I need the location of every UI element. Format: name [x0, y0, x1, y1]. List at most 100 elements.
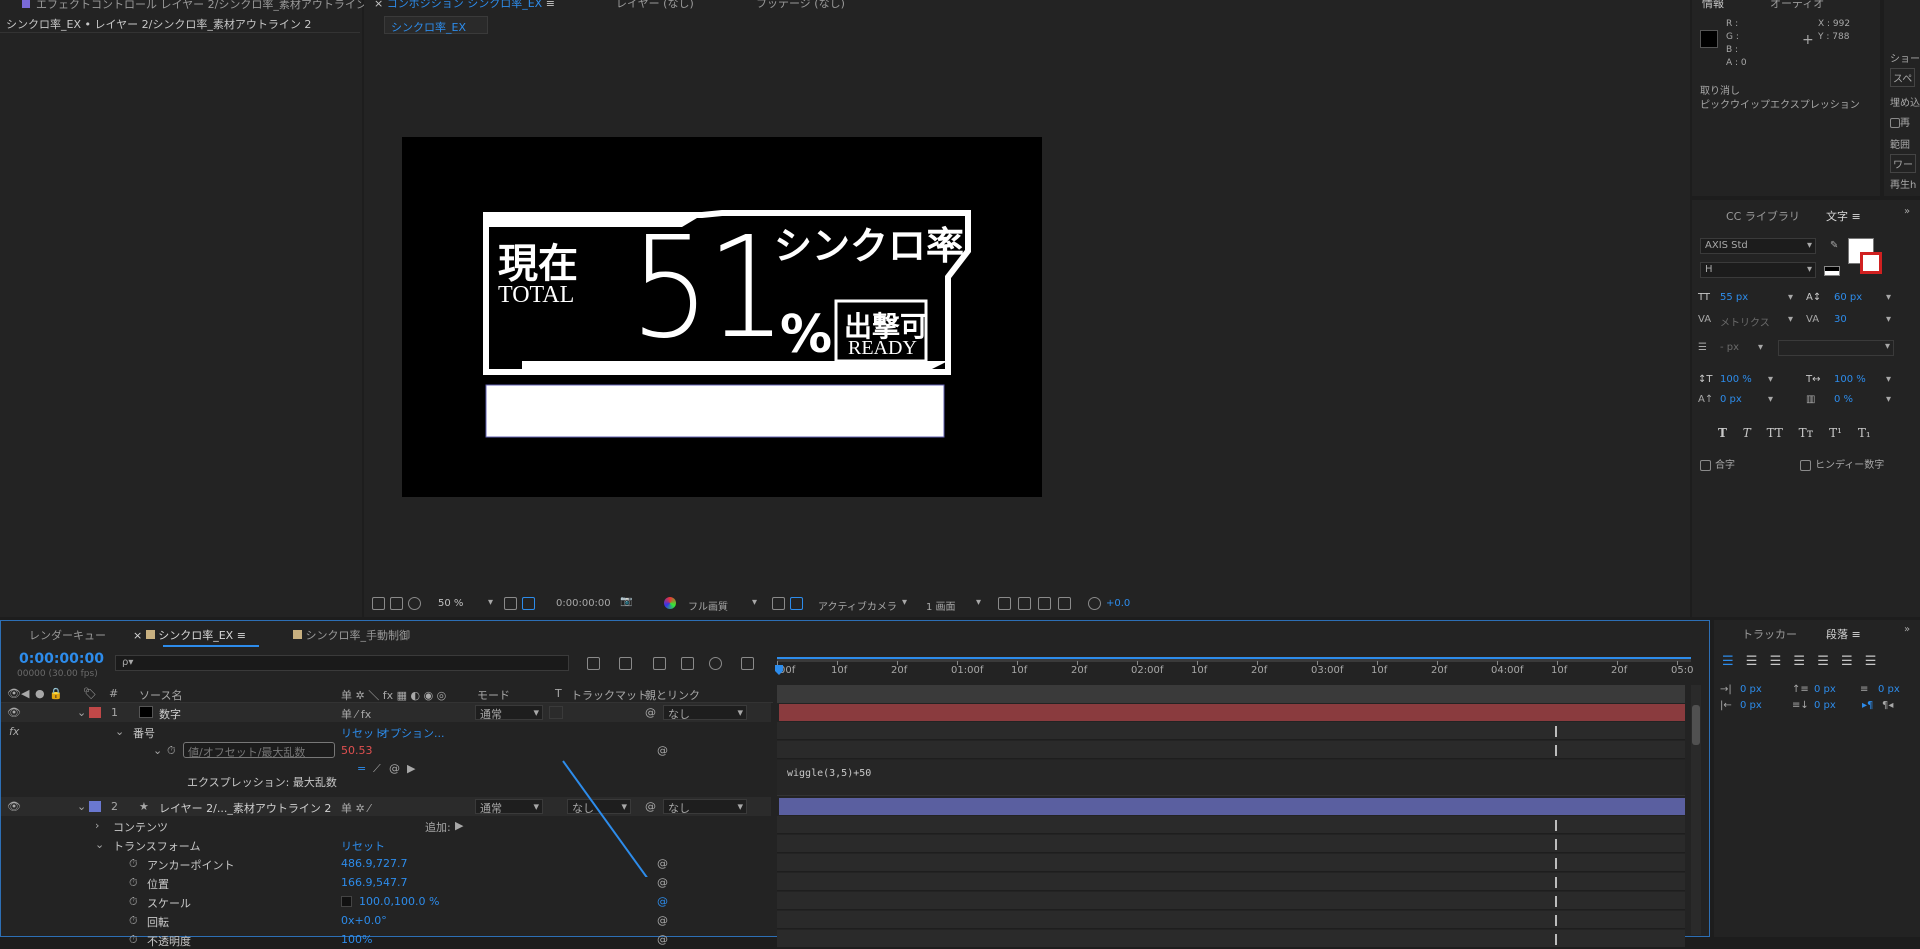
rotation-row[interactable]: ⏱ 回転 0x+0.0° @	[1, 911, 771, 930]
layer-tab[interactable]: レイヤー (なし)	[616, 0, 694, 11]
paragraph-tab[interactable]: 段落 ≡	[1826, 626, 1861, 642]
views-chevron-icon[interactable]: ▾	[976, 597, 981, 608]
anchor-value[interactable]: 486.9,727.7	[341, 857, 407, 870]
slider-value[interactable]: 50.53	[341, 744, 373, 757]
scale-row[interactable]: ⏱ スケール 100.0,100.0 % @	[1, 892, 771, 911]
baseline-chevron-icon[interactable]: ▾	[1768, 394, 1773, 405]
flowchart-icon[interactable]	[1058, 597, 1071, 610]
blend-mode-select[interactable]: 通常 ▾	[475, 705, 543, 721]
layer-name[interactable]: 数字	[159, 706, 181, 722]
all-caps-button[interactable]: TT	[1767, 426, 1783, 440]
strip-t6[interactable]: ワー	[1890, 154, 1916, 173]
indent-left-value[interactable]: 0 px	[1740, 684, 1762, 695]
stroke-width-value[interactable]: - px	[1720, 342, 1739, 353]
justify-left-button[interactable]: ☰	[1793, 654, 1805, 669]
frame-blending-icon[interactable]	[681, 657, 694, 670]
cc-library-tab[interactable]: CC ライブラリ	[1726, 208, 1800, 224]
expand-chevron-icon[interactable]: ⌄	[115, 725, 124, 738]
expand-chevron-icon[interactable]: ›	[95, 819, 99, 832]
visibility-col-icon[interactable]: 👁	[7, 687, 21, 700]
tracker-tab[interactable]: トラッカー	[1742, 626, 1797, 642]
leading-chevron-icon[interactable]: ▾	[1886, 292, 1891, 303]
vertical-scale-value[interactable]: 100 %	[1720, 374, 1752, 385]
transform-reset-button[interactable]: リセット	[341, 838, 385, 854]
tsume-value[interactable]: 0 %	[1834, 394, 1853, 405]
style-select[interactable]: H ▾	[1700, 262, 1816, 278]
expr-language-menu-icon[interactable]: ▶	[407, 762, 415, 775]
horizontal-scale-value[interactable]: 100 %	[1834, 374, 1866, 385]
expr-pickwhip-icon[interactable]: @	[389, 762, 400, 775]
parent-col[interactable]: 親とリンク	[645, 687, 700, 703]
strip-t1[interactable]: ショー	[1890, 50, 1920, 65]
hscale-chevron-icon[interactable]: ▾	[1886, 374, 1891, 385]
mask-icon[interactable]	[408, 597, 421, 610]
track-matte-box[interactable]	[549, 706, 563, 719]
layer-switches[interactable]: 单 ✲ ⁄	[341, 800, 370, 816]
viewer-time[interactable]: 0:00:00:00	[556, 598, 611, 609]
baseline-value[interactable]: 0 px	[1720, 394, 1742, 405]
space-before-value[interactable]: 0 px	[1814, 684, 1836, 695]
stopwatch-icon[interactable]: ⏱	[129, 895, 138, 909]
expand-chevron-icon[interactable]: ⌄	[95, 838, 104, 851]
layer-search-input[interactable]: ρ▾	[115, 655, 569, 671]
ligature-checkbox[interactable]: 合字	[1700, 456, 1735, 471]
exposure-value[interactable]: +0.0	[1106, 598, 1130, 609]
label-col-icon[interactable]: 🏷	[83, 687, 97, 700]
pickwhip-icon[interactable]: @	[657, 895, 668, 908]
rotation-value[interactable]: 0x+0.0°	[341, 914, 387, 927]
audio-tab[interactable]: オーディオ	[1770, 0, 1824, 11]
layer-switches[interactable]: 单 ⁄ fx	[341, 706, 371, 722]
pickwhip-icon[interactable]: @	[645, 706, 656, 719]
superscript-button[interactable]: T¹	[1829, 426, 1842, 440]
motion-blur-icon[interactable]	[709, 657, 722, 670]
camera-chevron-icon[interactable]: ▾	[902, 597, 907, 608]
timecode[interactable]: 0:00:00:00	[19, 651, 104, 667]
zoom-select[interactable]: 50 %	[438, 598, 463, 609]
snapshot-icon[interactable]	[372, 597, 385, 610]
camera-snapshot-icon[interactable]: 📷	[620, 596, 632, 607]
align-right-button[interactable]: ☰	[1770, 654, 1782, 669]
fast-preview-icon[interactable]	[1018, 597, 1031, 610]
comp-manual-tab[interactable]: シンクロ率_手動制御	[293, 627, 410, 643]
expression-text[interactable]: wiggle(3,5)+50	[787, 768, 871, 779]
align-center-button[interactable]: ☰	[1746, 654, 1758, 669]
opacity-value[interactable]: 100%	[341, 933, 372, 946]
add-button[interactable]: 追加:	[425, 819, 451, 835]
first-line-value[interactable]: 0 px	[1878, 684, 1900, 695]
comp-timeline-tab[interactable]: × シンクロ率_EX ≡	[133, 627, 246, 643]
faux-bold-button[interactable]: T	[1718, 426, 1727, 440]
pickwhip-icon[interactable]: @	[657, 914, 668, 927]
render-queue-tab[interactable]: レンダーキュー	[29, 627, 106, 643]
visibility-icon[interactable]: 👁	[7, 706, 21, 719]
effect-controls-tab[interactable]: エフェクトコントロール レイヤー 2/シンクロ率_素材アウトライン 2	[22, 0, 377, 12]
solo-col-icon[interactable]: ●	[35, 687, 45, 700]
align-left-button[interactable]: ☰	[1722, 654, 1734, 669]
scale-value[interactable]: 100.0,100.0 %	[359, 895, 439, 908]
stopwatch-icon[interactable]: ⏱	[129, 914, 138, 928]
source-name-col[interactable]: ソース名	[139, 687, 182, 703]
blend-mode-select[interactable]: 通常 ▾	[475, 799, 543, 815]
strip-t4[interactable]: 再	[1890, 114, 1910, 129]
trackmatte-col[interactable]: トラックマット	[571, 687, 648, 703]
kerning-value[interactable]: メトリクス	[1720, 314, 1770, 329]
pickwhip-icon[interactable]: @	[657, 933, 668, 946]
leading-value[interactable]: 60 px	[1834, 292, 1862, 303]
toggle-mask-icon[interactable]	[790, 597, 803, 610]
font-size-chevron-icon[interactable]: ▾	[1788, 292, 1793, 303]
comp-chip[interactable]: シンクロ率_EX	[384, 16, 488, 34]
stroke-color-swatch[interactable]	[1860, 252, 1882, 274]
region-icon[interactable]	[522, 597, 535, 610]
draft-3d-icon[interactable]	[619, 657, 632, 670]
add-menu-icon[interactable]: ▶	[455, 819, 463, 832]
layer-bar-1[interactable]	[779, 704, 1685, 721]
timeline-scrollbar[interactable]	[1691, 685, 1701, 935]
mode-col[interactable]: モード	[477, 687, 510, 703]
tracking-chevron-icon[interactable]: ▾	[1886, 314, 1891, 325]
faux-italic-button[interactable]: T	[1743, 426, 1751, 440]
transparency-grid-icon[interactable]	[772, 597, 785, 610]
ltr-direction-icon[interactable]: ▸¶	[1862, 700, 1873, 711]
zoom-chevron-icon[interactable]: ▾	[488, 597, 493, 608]
layer-name[interactable]: レイヤー 2/..._素材アウトライン 2	[159, 800, 331, 816]
layer-label-blue[interactable]	[89, 801, 101, 812]
tsume-chevron-icon[interactable]: ▾	[1886, 394, 1891, 405]
